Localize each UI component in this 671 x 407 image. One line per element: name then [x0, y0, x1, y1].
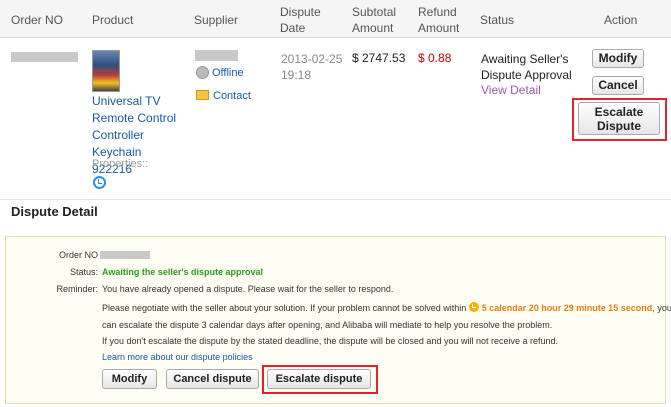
- subtotal-amount-value: $ 2747.53: [352, 51, 406, 65]
- supplier-name-redacted: [195, 50, 238, 61]
- supplier-contact-link[interactable]: Contact: [213, 90, 251, 102]
- header-supplier: Supplier: [194, 13, 239, 27]
- header-dispute-date: Dispute Date: [280, 5, 321, 35]
- detail-order-no-redacted: [100, 251, 150, 259]
- reminder-line-2-text: Please negotiate with the seller about y…: [102, 303, 467, 313]
- reminder-line-1: You have already opened a dispute. Pleas…: [102, 284, 394, 294]
- reminder-line-4: If you don't escalate the dispute by the…: [102, 336, 559, 346]
- offline-status-icon: [196, 66, 209, 79]
- header-refund: Refund Amount: [418, 5, 460, 35]
- escalate-dispute-button[interactable]: Escalate Dispute: [578, 102, 660, 135]
- countdown-timer-icon: [468, 302, 479, 312]
- cancel-dispute-button[interactable]: Cancel dispute: [166, 369, 259, 389]
- reminder-line-3: can escalate the dispute 3 calendar days…: [102, 320, 553, 330]
- status-label: Status:: [69, 267, 98, 277]
- alarm-clock-icon[interactable]: [93, 176, 106, 189]
- header-subtotal: Subtotal Amount: [352, 5, 397, 35]
- dispute-policy-link[interactable]: Learn more about our dispute policies: [102, 352, 253, 362]
- modify-button[interactable]: Modify: [592, 49, 644, 68]
- order-no-redacted: [11, 52, 78, 62]
- dispute-date-value: 2013-02-25 19:18: [281, 52, 343, 82]
- order-no-label: Order NO: [58, 250, 98, 260]
- view-detail-link[interactable]: View Detail: [481, 83, 541, 97]
- header-status: Status: [480, 13, 515, 27]
- supplier-offline-link[interactable]: Offline: [212, 67, 244, 79]
- order-status-text: Awaiting Seller's Dispute Approval: [481, 52, 572, 82]
- dispute-status-value: Awaiting the seller's dispute approval: [102, 267, 264, 277]
- countdown-value: 5 calendar 20 hour 29 minute 15 second: [481, 303, 653, 313]
- refund-amount-value: $ 0.88: [418, 51, 452, 65]
- header-order-no: Order NO: [11, 13, 64, 27]
- detail-escalate-dispute-button[interactable]: Escalate dispute: [267, 369, 371, 389]
- reminder-label: Reminder:: [56, 284, 98, 294]
- product-image[interactable]: [92, 50, 120, 92]
- reminder-line-2: Please negotiate with the seller about y…: [102, 302, 671, 313]
- reminder-line-2-end: , you: [652, 303, 671, 313]
- cancel-button[interactable]: Cancel: [592, 76, 644, 95]
- detail-modify-button[interactable]: Modify: [102, 369, 157, 389]
- envelope-icon[interactable]: [196, 90, 209, 100]
- header-action: Action: [604, 13, 638, 27]
- dispute-detail-title: Dispute Detail: [11, 204, 98, 219]
- table-header: Order NO Product Supplier Dispute Date S…: [0, 0, 671, 38]
- product-properties-label: Properties::: [92, 158, 149, 170]
- header-product: Product: [92, 13, 134, 27]
